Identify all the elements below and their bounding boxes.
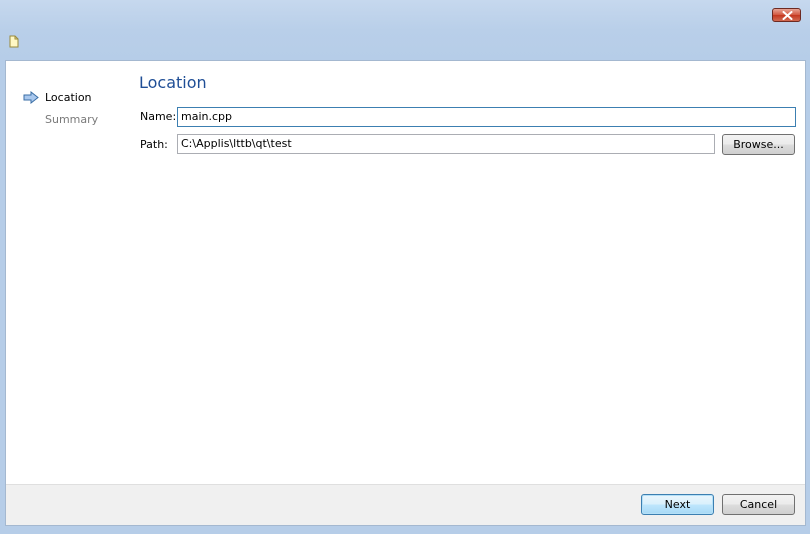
window-frame: Location Summary Location Name: main.cpp… [0,0,810,534]
wizard-footer: Next Cancel [6,484,805,525]
next-button[interactable]: Next [641,494,714,515]
browse-button[interactable]: Browse... [722,134,795,155]
path-label: Path: [140,138,168,151]
cancel-button[interactable]: Cancel [722,494,795,515]
step-label-summary: Summary [45,113,99,126]
current-step-arrow-icon [23,91,39,104]
window-close-button[interactable] [772,8,801,22]
name-label: Name: [140,110,177,123]
path-input[interactable]: C:\Applis\lttb\qt\test [177,134,715,154]
document-icon [9,35,19,48]
close-icon [782,11,793,20]
step-label-location: Location [45,91,92,104]
wizard-client-area: Location Summary Location Name: main.cpp… [5,60,806,526]
name-input[interactable]: main.cpp [177,107,796,127]
page-title: Location [139,73,207,92]
